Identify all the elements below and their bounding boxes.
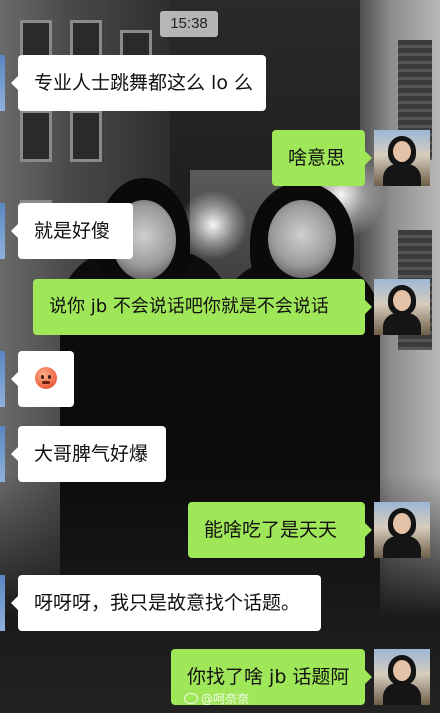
- chat-timestamp: 15:38: [160, 11, 218, 37]
- incoming-message-bubble[interactable]: 呀呀呀，我只是故意找个话题。: [11, 575, 321, 631]
- incoming-message-bubble[interactable]: 大哥脾气好爆: [11, 426, 166, 482]
- watermark-text: @呵奈奈: [201, 692, 250, 706]
- incoming-message-bubble[interactable]: 专业人士跳舞都这么 lo 么: [11, 55, 266, 111]
- contact-avatar[interactable]: [0, 203, 5, 259]
- outgoing-message-bubble[interactable]: 说你 jb 不会说话吧你就是不会说话: [33, 279, 372, 335]
- chat-screen: 15:38 专业人士跳舞都这么 lo 么 啥意思 就是好傻 说你 jb 不会说话…: [0, 0, 440, 713]
- contact-avatar[interactable]: [0, 575, 5, 631]
- contact-avatar[interactable]: [0, 55, 5, 111]
- flushed-face-icon: [35, 367, 57, 389]
- incoming-emoji-bubble[interactable]: [11, 351, 74, 407]
- weibo-watermark: @呵奈奈: [184, 690, 249, 707]
- my-avatar[interactable]: [374, 130, 430, 186]
- contact-avatar[interactable]: [0, 351, 5, 407]
- weibo-icon: [184, 693, 198, 704]
- my-avatar[interactable]: [374, 649, 430, 705]
- my-avatar[interactable]: [374, 279, 430, 335]
- outgoing-message-bubble[interactable]: 啥意思: [272, 130, 372, 186]
- contact-avatar[interactable]: [0, 426, 5, 482]
- outgoing-message-bubble[interactable]: 能啥吃了是天天: [188, 502, 372, 558]
- my-avatar[interactable]: [374, 502, 430, 558]
- incoming-message-bubble[interactable]: 就是好傻: [11, 203, 133, 259]
